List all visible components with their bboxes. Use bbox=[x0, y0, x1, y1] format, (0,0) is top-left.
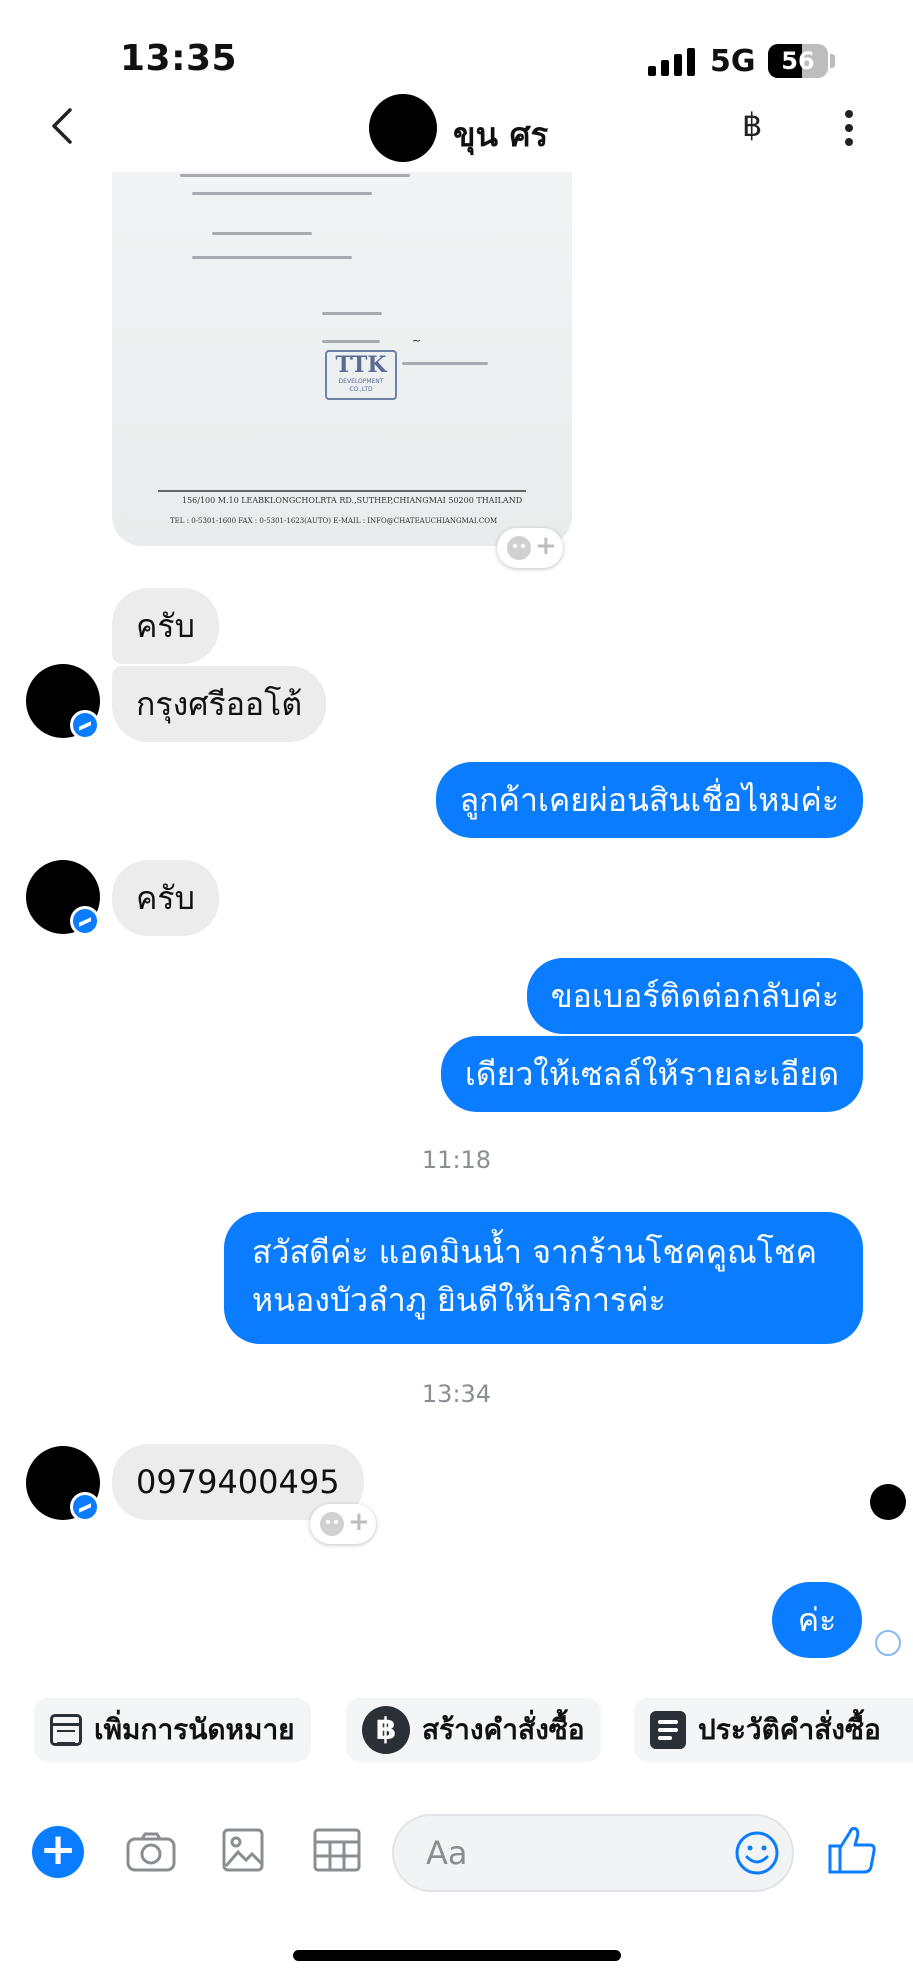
create-order-label: สร้างคำสั่งซื้อ bbox=[422, 1713, 585, 1746]
camera-icon[interactable] bbox=[126, 1832, 176, 1872]
add-reaction-button[interactable]: + bbox=[310, 1504, 376, 1544]
document-address: 156/100 M.10 LEABKLONGCHOLRTA RD.,SUTHEP… bbox=[182, 496, 523, 505]
outgoing-message[interactable]: สวัสดีค่ะ แอดมินน้ำ จากร้านโชคคูณโชค หนอ… bbox=[224, 1212, 863, 1344]
more-options-icon[interactable] bbox=[834, 104, 864, 152]
home-indicator bbox=[293, 1950, 621, 1961]
message-placeholder: Aa bbox=[426, 1834, 468, 1872]
add-appointment-label: เพิ่มการนัดหมาย bbox=[94, 1713, 295, 1746]
messenger-badge-icon bbox=[70, 1492, 100, 1522]
baht-icon: ฿ bbox=[362, 1706, 410, 1754]
timestamp: 11:18 bbox=[421, 1146, 492, 1174]
document-list-icon bbox=[650, 1711, 686, 1749]
smiley-icon bbox=[507, 536, 531, 560]
outgoing-message[interactable]: ลูกค้าเคยผ่อนสินเชื่อไหมค่ะ bbox=[435, 762, 863, 838]
outgoing-message[interactable]: ค่ะ bbox=[772, 1582, 862, 1658]
battery-icon: 56 bbox=[768, 44, 828, 78]
calendar-icon bbox=[50, 1714, 82, 1746]
status-time: 13:35 bbox=[120, 38, 238, 79]
gallery-icon[interactable] bbox=[222, 1828, 264, 1872]
signature-mark: ~ bbox=[412, 334, 422, 347]
messenger-badge-icon bbox=[70, 906, 100, 936]
messenger-badge-icon bbox=[70, 710, 100, 740]
outgoing-message[interactable]: เดียวให้เซลล์ให้รายละเอียด bbox=[440, 1036, 863, 1112]
back-arrow-icon[interactable] bbox=[44, 104, 84, 148]
add-appointment-button[interactable]: เพิ่มการนัดหมาย bbox=[34, 1698, 311, 1762]
document-contact: TEL : 0-5301-1600 FAX : 0-5301-1623(AUTO… bbox=[170, 517, 498, 525]
battery-tip bbox=[830, 54, 835, 68]
company-stamp: TTK DEVELOPMENT CO.,LTD bbox=[325, 350, 397, 400]
document-image-attachment[interactable]: ~ TTK DEVELOPMENT CO.,LTD 156/100 M.10 L… bbox=[112, 172, 572, 546]
timestamp: 13:34 bbox=[421, 1380, 492, 1408]
add-reaction-button[interactable]: + bbox=[497, 528, 563, 568]
outgoing-message[interactable]: ขอเบอร์ติดต่อกลับค่ะ bbox=[526, 958, 863, 1034]
thumbs-up-icon[interactable] bbox=[828, 1824, 878, 1876]
order-history-button[interactable]: ประวัติคำสั่งซื้อ bbox=[634, 1698, 913, 1762]
network-type: 5G bbox=[710, 44, 756, 79]
battery-level: 56 bbox=[781, 47, 815, 75]
seen-avatar bbox=[870, 1484, 906, 1520]
cellular-signal-icon bbox=[648, 48, 696, 76]
incoming-message[interactable]: ครับ bbox=[112, 588, 219, 664]
contact-name[interactable]: ขุน ศร bbox=[453, 108, 548, 161]
incoming-message[interactable]: กรุงศรีออโต้ bbox=[112, 666, 327, 742]
create-order-button[interactable]: ฿ สร้างคำสั่งซื้อ bbox=[346, 1698, 601, 1762]
table-icon[interactable] bbox=[313, 1828, 361, 1872]
order-history-label: ประวัติคำสั่งซื้อ bbox=[698, 1713, 881, 1746]
smiley-icon bbox=[320, 1512, 344, 1536]
plus-button[interactable]: + bbox=[32, 1826, 84, 1878]
emoji-icon[interactable] bbox=[734, 1830, 780, 1876]
incoming-message[interactable]: ครับ bbox=[112, 860, 219, 936]
sending-status-icon bbox=[875, 1630, 901, 1656]
contact-avatar[interactable] bbox=[369, 94, 437, 162]
baht-payment-icon[interactable]: ฿ bbox=[742, 106, 762, 144]
